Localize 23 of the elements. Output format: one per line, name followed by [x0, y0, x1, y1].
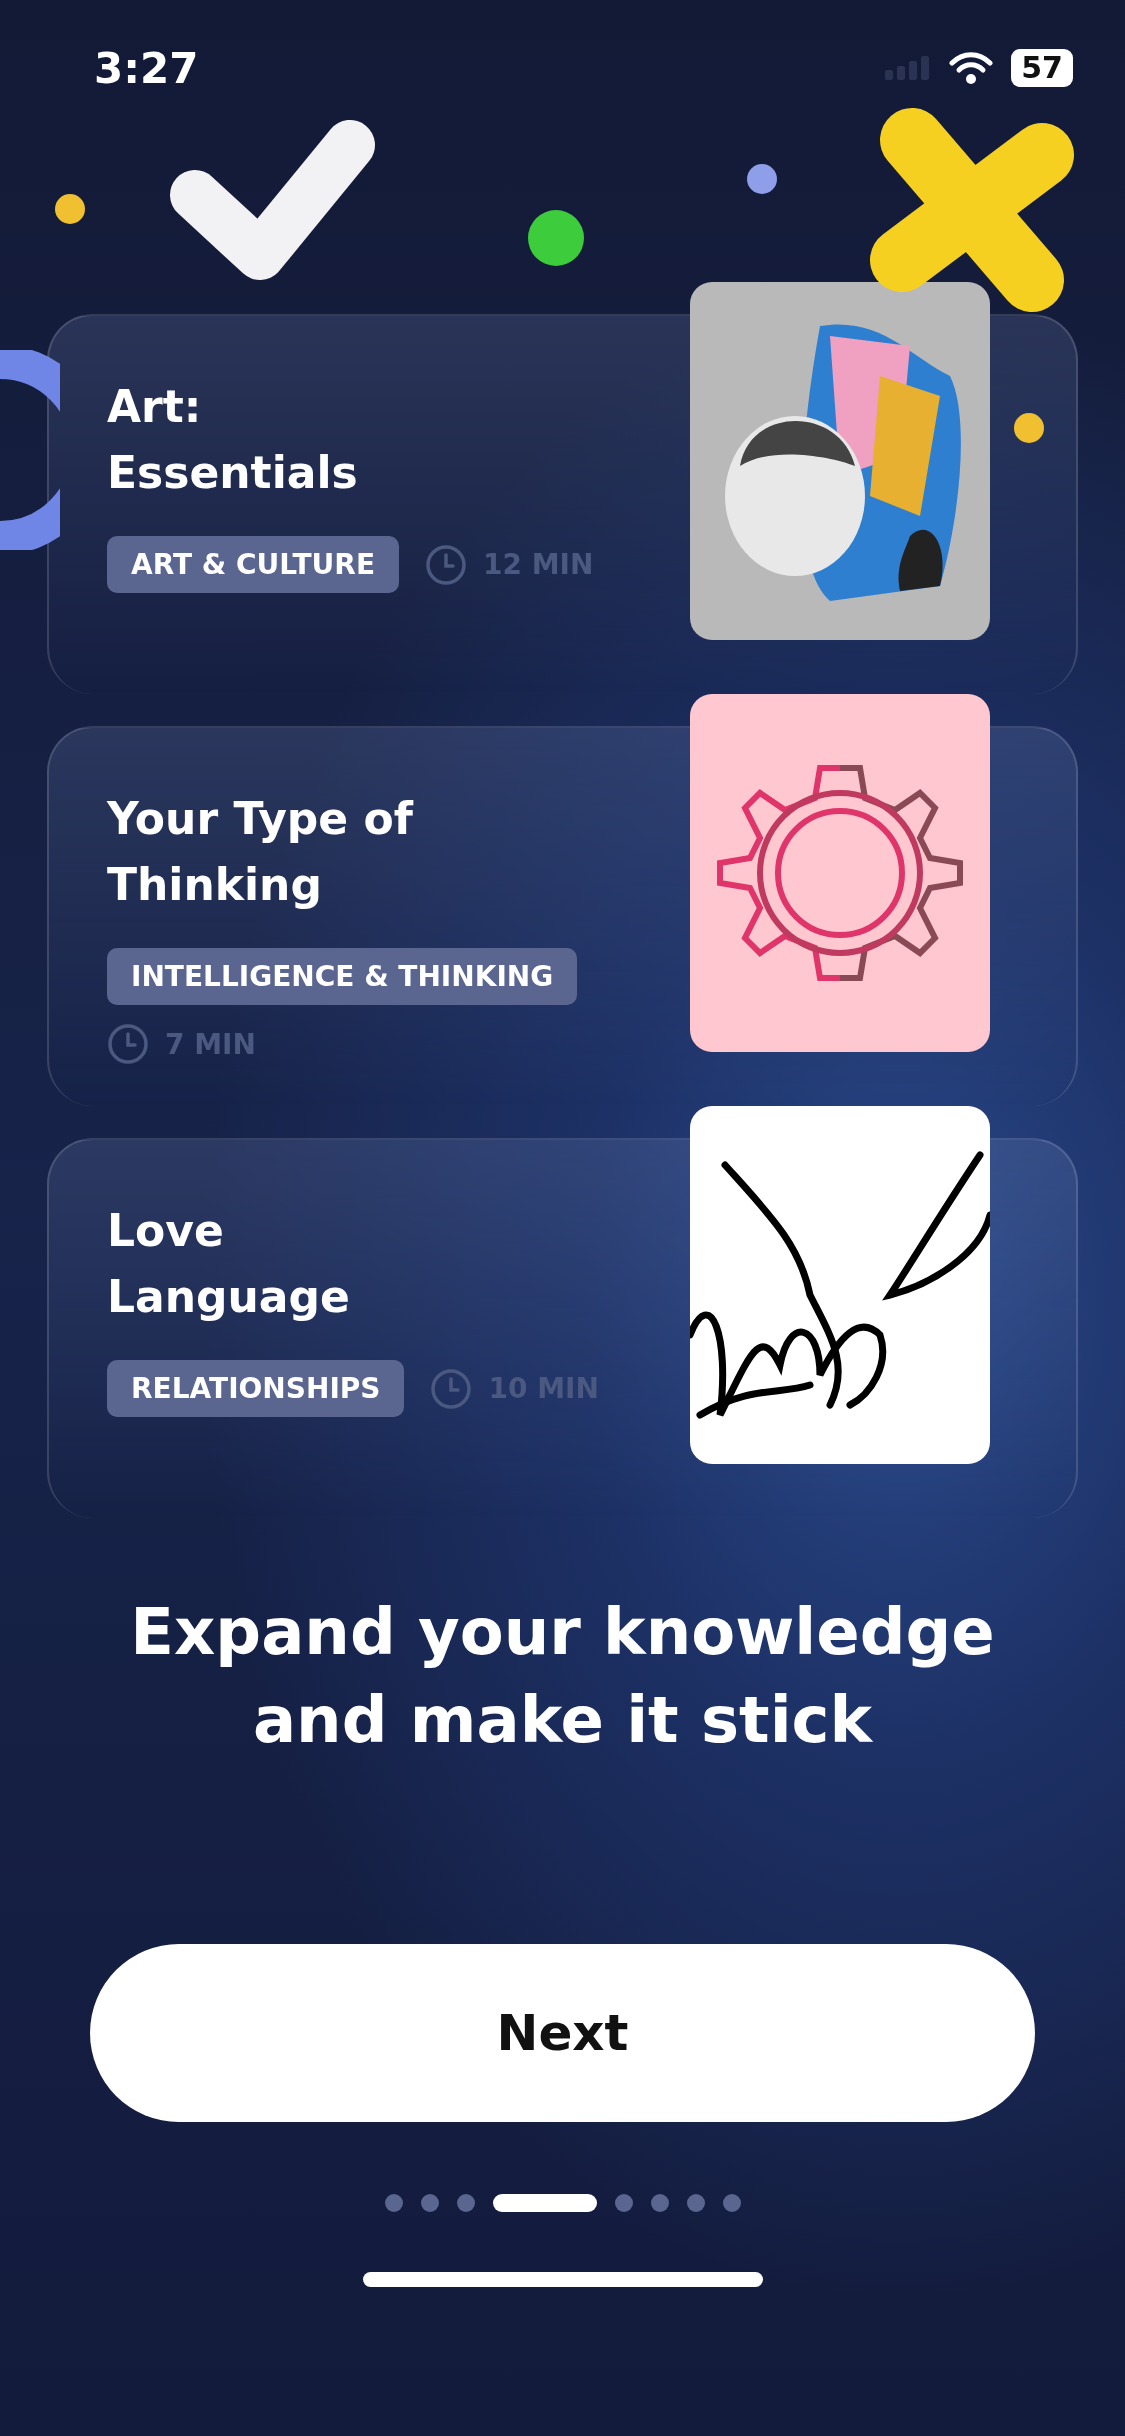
course-title: Your Type of — [107, 792, 415, 846]
category-tag: RELATIONSHIPS — [107, 1360, 405, 1417]
ball-drawing — [55, 194, 85, 224]
clock-icon — [107, 1023, 149, 1065]
category-tag: ART & CULTURE — [107, 536, 399, 593]
ball-drawing — [528, 210, 584, 266]
next-button[interactable]: Next — [90, 1944, 1035, 2122]
course-title: Language — [107, 1270, 351, 1324]
clock-icon — [425, 543, 467, 586]
headline: Expand your knowledge — [129, 1594, 996, 1671]
course-title: Art: — [107, 380, 203, 434]
course-title: Essentials — [107, 446, 359, 500]
course-title: Love — [107, 1204, 225, 1258]
wifi-icon — [949, 51, 994, 85]
category-tag: INTELLIGENCE & THINKING — [107, 948, 578, 1005]
ball-drawing — [747, 164, 777, 194]
battery-level: 57 — [1011, 49, 1073, 87]
signal-icon — [885, 56, 932, 80]
headline: and make it stick — [251, 1682, 874, 1759]
clock-icon — [430, 1367, 473, 1410]
status-time: 3:27 — [94, 43, 199, 93]
ball-drawing — [1014, 413, 1044, 443]
course-title: Thinking — [107, 858, 323, 912]
